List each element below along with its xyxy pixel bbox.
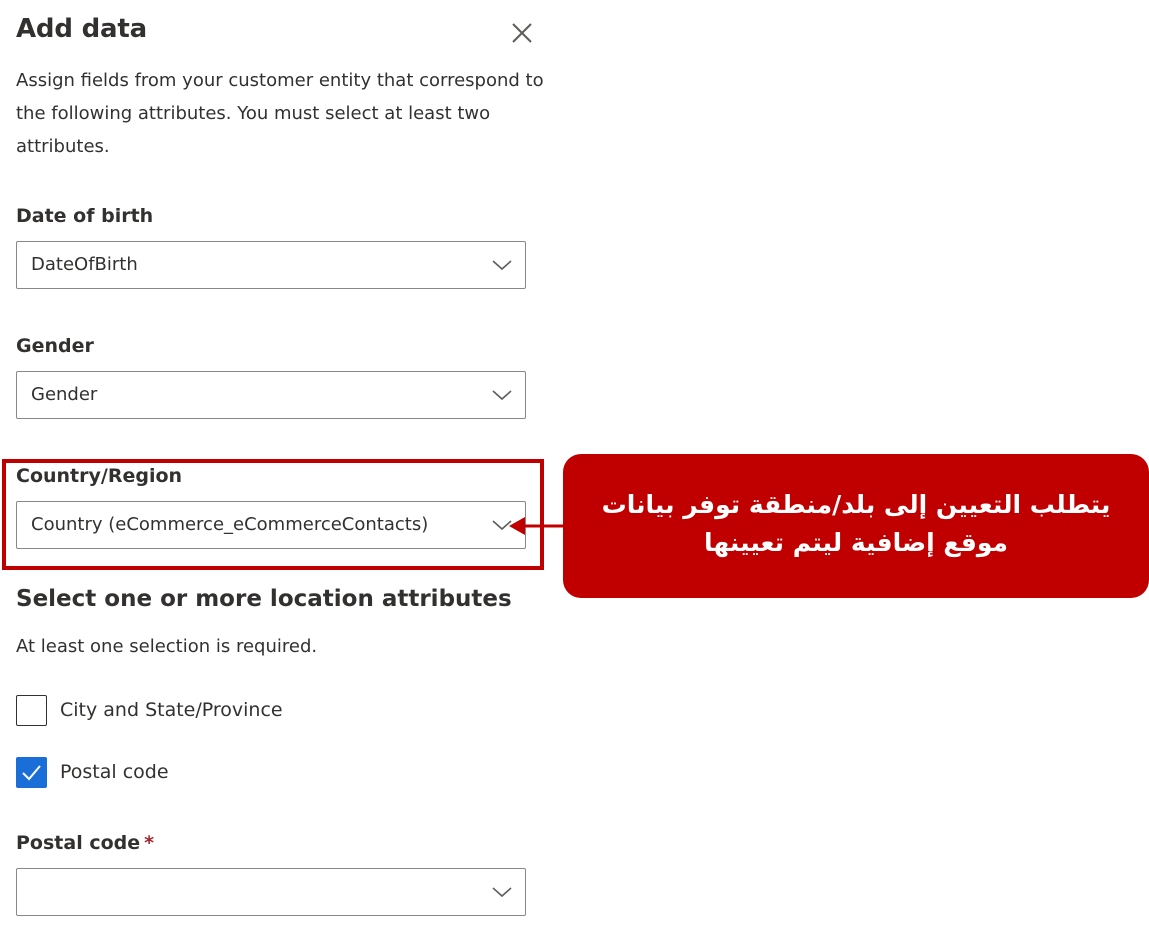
close-icon xyxy=(512,23,532,43)
postal-code-label: Postal code * xyxy=(16,832,154,854)
chevron-down-icon xyxy=(492,260,512,271)
date-of-birth-label: Date of birth xyxy=(16,205,154,227)
chevron-down-icon xyxy=(492,390,512,401)
date-of-birth-dropdown[interactable]: DateOfBirth xyxy=(16,241,526,289)
location-section-hint: At least one selection is required. xyxy=(16,636,318,657)
postal-code-checkbox-label: Postal code xyxy=(60,761,169,783)
location-section-heading: Select one or more location attributes xyxy=(16,586,512,612)
country-region-label: Country/Region xyxy=(16,465,183,487)
country-region-value: Country (eCommerce_eCommerceContacts) xyxy=(31,514,429,535)
checkmark-icon xyxy=(22,765,41,781)
close-button[interactable] xyxy=(505,16,539,50)
country-region-dropdown[interactable]: Country (eCommerce_eCommerceContacts) xyxy=(16,501,526,549)
postal-code-dropdown[interactable] xyxy=(16,868,526,916)
required-marker: * xyxy=(144,832,155,854)
city-state-checkbox-label: City and State/Province xyxy=(60,699,283,721)
panel-title: Add data xyxy=(16,14,147,44)
gender-value: Gender xyxy=(31,384,98,405)
chevron-down-icon xyxy=(492,887,512,898)
callout-annotation: يتطلب التعيين إلى بلد/منطقة توفر بيانات … xyxy=(563,454,1149,598)
arrow-left-icon xyxy=(509,517,569,535)
city-state-checkbox[interactable] xyxy=(16,695,47,726)
date-of-birth-value: DateOfBirth xyxy=(31,254,138,275)
gender-label: Gender xyxy=(16,335,94,357)
gender-dropdown[interactable]: Gender xyxy=(16,371,526,419)
panel-description: Assign fields from your customer entity … xyxy=(16,70,544,157)
postal-code-checkbox[interactable] xyxy=(16,757,47,788)
postal-code-label-text: Postal code xyxy=(16,832,141,854)
